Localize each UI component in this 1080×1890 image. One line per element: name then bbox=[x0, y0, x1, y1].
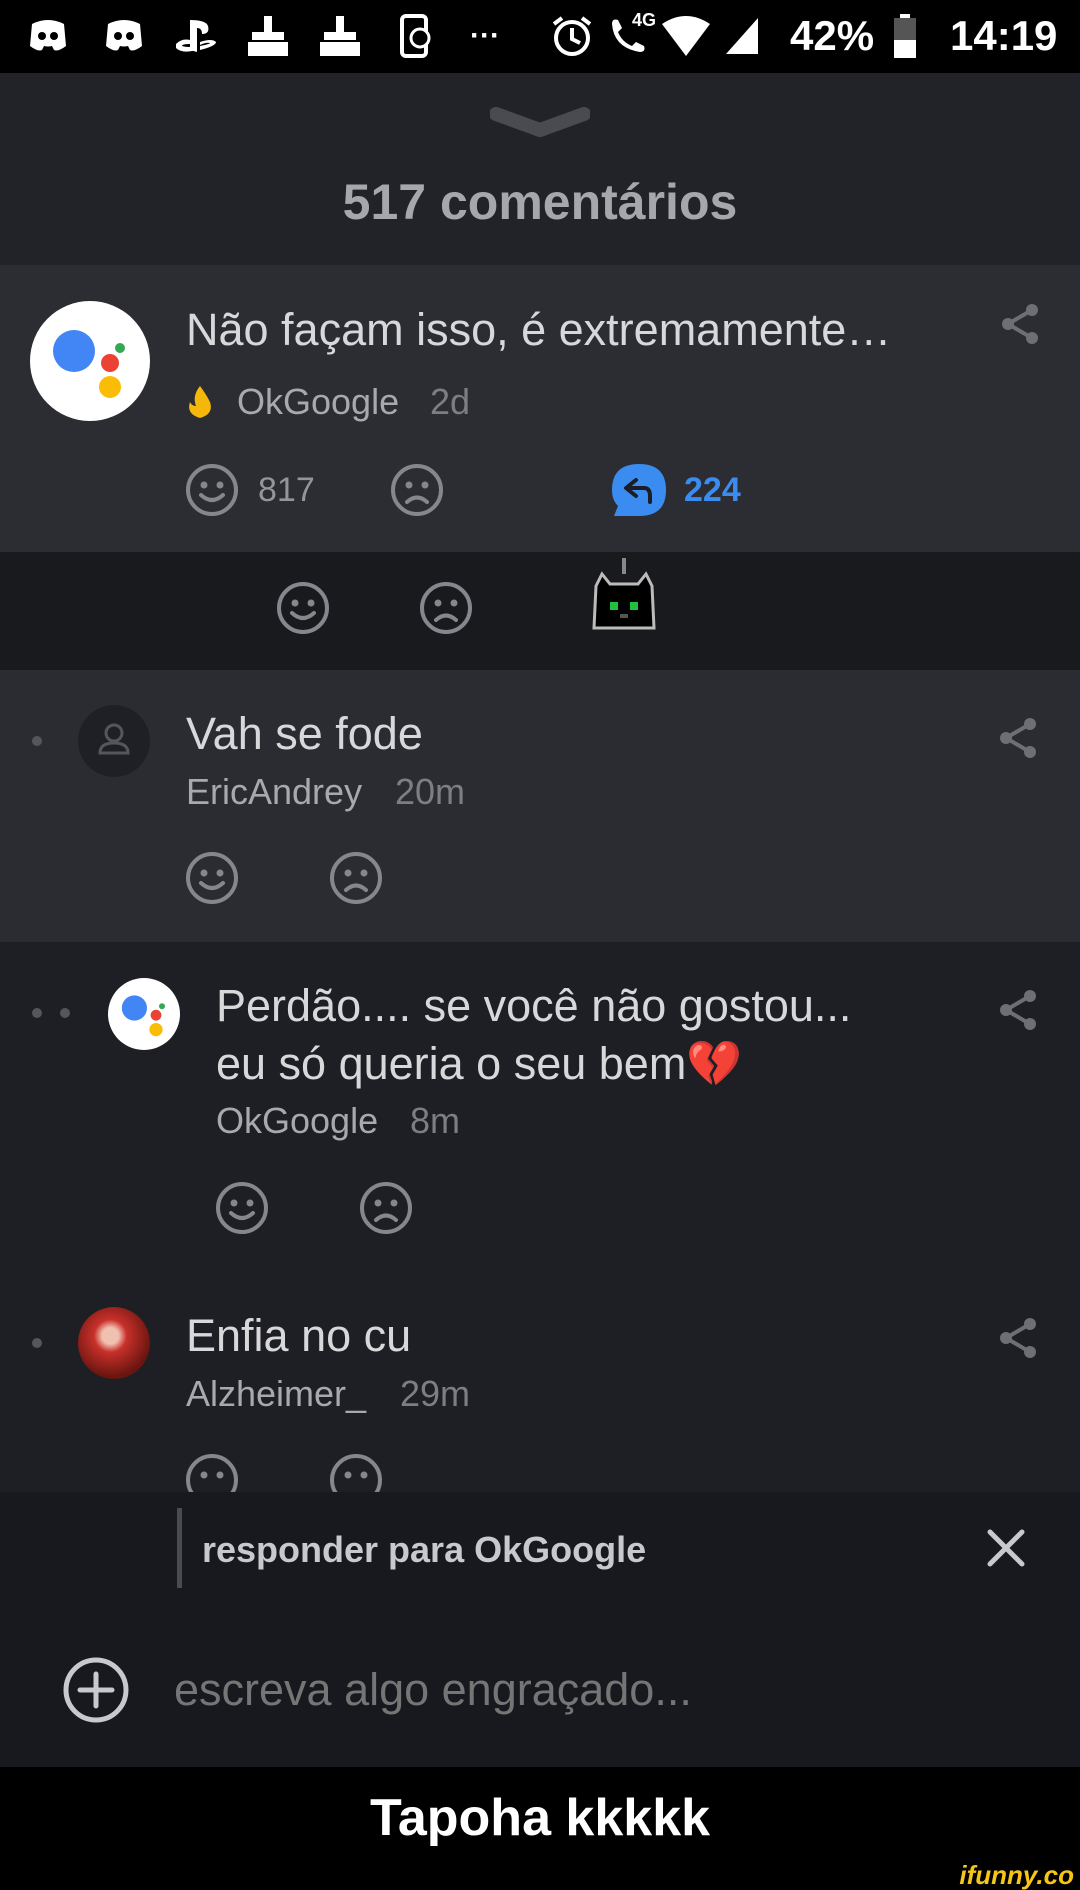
smile-reaction-icon[interactable] bbox=[184, 1452, 240, 1492]
pixel-cat-icon[interactable] bbox=[588, 556, 660, 640]
comment-author[interactable]: Alzheimer_ bbox=[186, 1372, 366, 1416]
battery-icon bbox=[894, 14, 916, 58]
clock: 14:19 bbox=[950, 12, 1058, 59]
smile-reaction-icon[interactable] bbox=[184, 462, 240, 518]
reaction-strip bbox=[0, 552, 1080, 670]
thread-depth-dot bbox=[32, 736, 42, 746]
alarm-icon bbox=[552, 16, 592, 56]
smile-reaction-icon[interactable] bbox=[184, 850, 240, 906]
smile-count: 817 bbox=[258, 471, 315, 509]
add-attachment-icon[interactable] bbox=[62, 1656, 130, 1724]
comment-time: 29m bbox=[400, 1373, 471, 1414]
comment-text-line1: Perdão.... se você não gostou... bbox=[216, 980, 852, 1031]
signal-icon bbox=[726, 18, 758, 54]
battery-percent: 42% bbox=[790, 12, 875, 59]
discord-icon bbox=[106, 20, 142, 51]
comment-author[interactable]: OkGoogle bbox=[216, 1099, 378, 1143]
comment-text: Vah se fode bbox=[186, 708, 423, 759]
comment-reply bbox=[0, 670, 1080, 942]
google-assistant-icon bbox=[121, 995, 165, 1037]
thread-depth-dot bbox=[32, 1008, 42, 1018]
comment-input[interactable] bbox=[174, 1660, 994, 1720]
avatar[interactable] bbox=[108, 978, 180, 1050]
share-icon[interactable] bbox=[996, 716, 1040, 760]
avatar[interactable] bbox=[30, 301, 150, 421]
wifi-icon bbox=[662, 16, 710, 56]
frown-reaction-icon[interactable] bbox=[328, 1452, 384, 1492]
comment-text: Não façam isso, é extremamente… bbox=[186, 304, 892, 355]
fire-badge-icon bbox=[189, 386, 211, 418]
watermark: ifunny.co bbox=[959, 1860, 1074, 1890]
close-icon[interactable] bbox=[984, 1526, 1028, 1570]
network-type: 4G bbox=[632, 10, 657, 30]
avatar[interactable] bbox=[78, 705, 150, 777]
comment-time: 2d bbox=[430, 381, 471, 422]
avatar[interactable] bbox=[78, 1307, 150, 1379]
share-icon[interactable] bbox=[996, 988, 1040, 1032]
reply-count[interactable]: 224 bbox=[684, 469, 741, 511]
cleaner-icon bbox=[320, 16, 360, 56]
smile-reaction-icon[interactable] bbox=[275, 580, 331, 636]
broken-heart-emoji: 💔 bbox=[686, 1038, 743, 1089]
reply-indicator-bar bbox=[177, 1508, 182, 1588]
thread-depth-dot bbox=[60, 1008, 70, 1018]
cleaner-icon bbox=[248, 16, 288, 56]
comment-author[interactable]: OkGoogle bbox=[237, 380, 399, 424]
meme-caption: Tapoha kkkkk bbox=[369, 1789, 711, 1847]
frown-reaction-icon[interactable] bbox=[358, 1180, 414, 1236]
more-notifications: ··· bbox=[470, 19, 500, 52]
share-icon[interactable] bbox=[998, 302, 1042, 346]
frown-reaction-icon[interactable] bbox=[389, 462, 445, 518]
thread-depth-dot bbox=[32, 1338, 42, 1348]
comment-text-line2: eu só queria o seu bem💔 bbox=[216, 1036, 742, 1092]
phone-sync-icon bbox=[400, 14, 431, 58]
comment-text: Enfia no cu bbox=[186, 1310, 412, 1361]
status-bar: ··· 4G 42% 14:19 bbox=[0, 0, 1080, 73]
share-icon[interactable] bbox=[996, 1316, 1040, 1360]
comment-author[interactable]: EricAndrey bbox=[186, 770, 362, 814]
reply-bubble-icon[interactable] bbox=[610, 462, 668, 518]
default-user-icon bbox=[98, 723, 130, 755]
comment-time: 20m bbox=[395, 771, 466, 812]
discord-icon bbox=[30, 20, 66, 51]
smile-reaction-icon[interactable] bbox=[214, 1180, 270, 1236]
frown-reaction-icon[interactable] bbox=[328, 850, 384, 906]
frown-reaction-icon[interactable] bbox=[418, 580, 474, 636]
google-assistant-icon bbox=[53, 330, 125, 398]
comment-time: 8m bbox=[410, 1100, 461, 1141]
comments-count-title: 517 comentários bbox=[342, 174, 738, 230]
collapse-chevron-icon[interactable] bbox=[490, 102, 590, 142]
comment-text: eu só queria o seu bem bbox=[216, 1038, 687, 1089]
reply-target-label: responder para OkGoogle bbox=[202, 1529, 647, 1570]
playstation-icon bbox=[176, 20, 216, 52]
